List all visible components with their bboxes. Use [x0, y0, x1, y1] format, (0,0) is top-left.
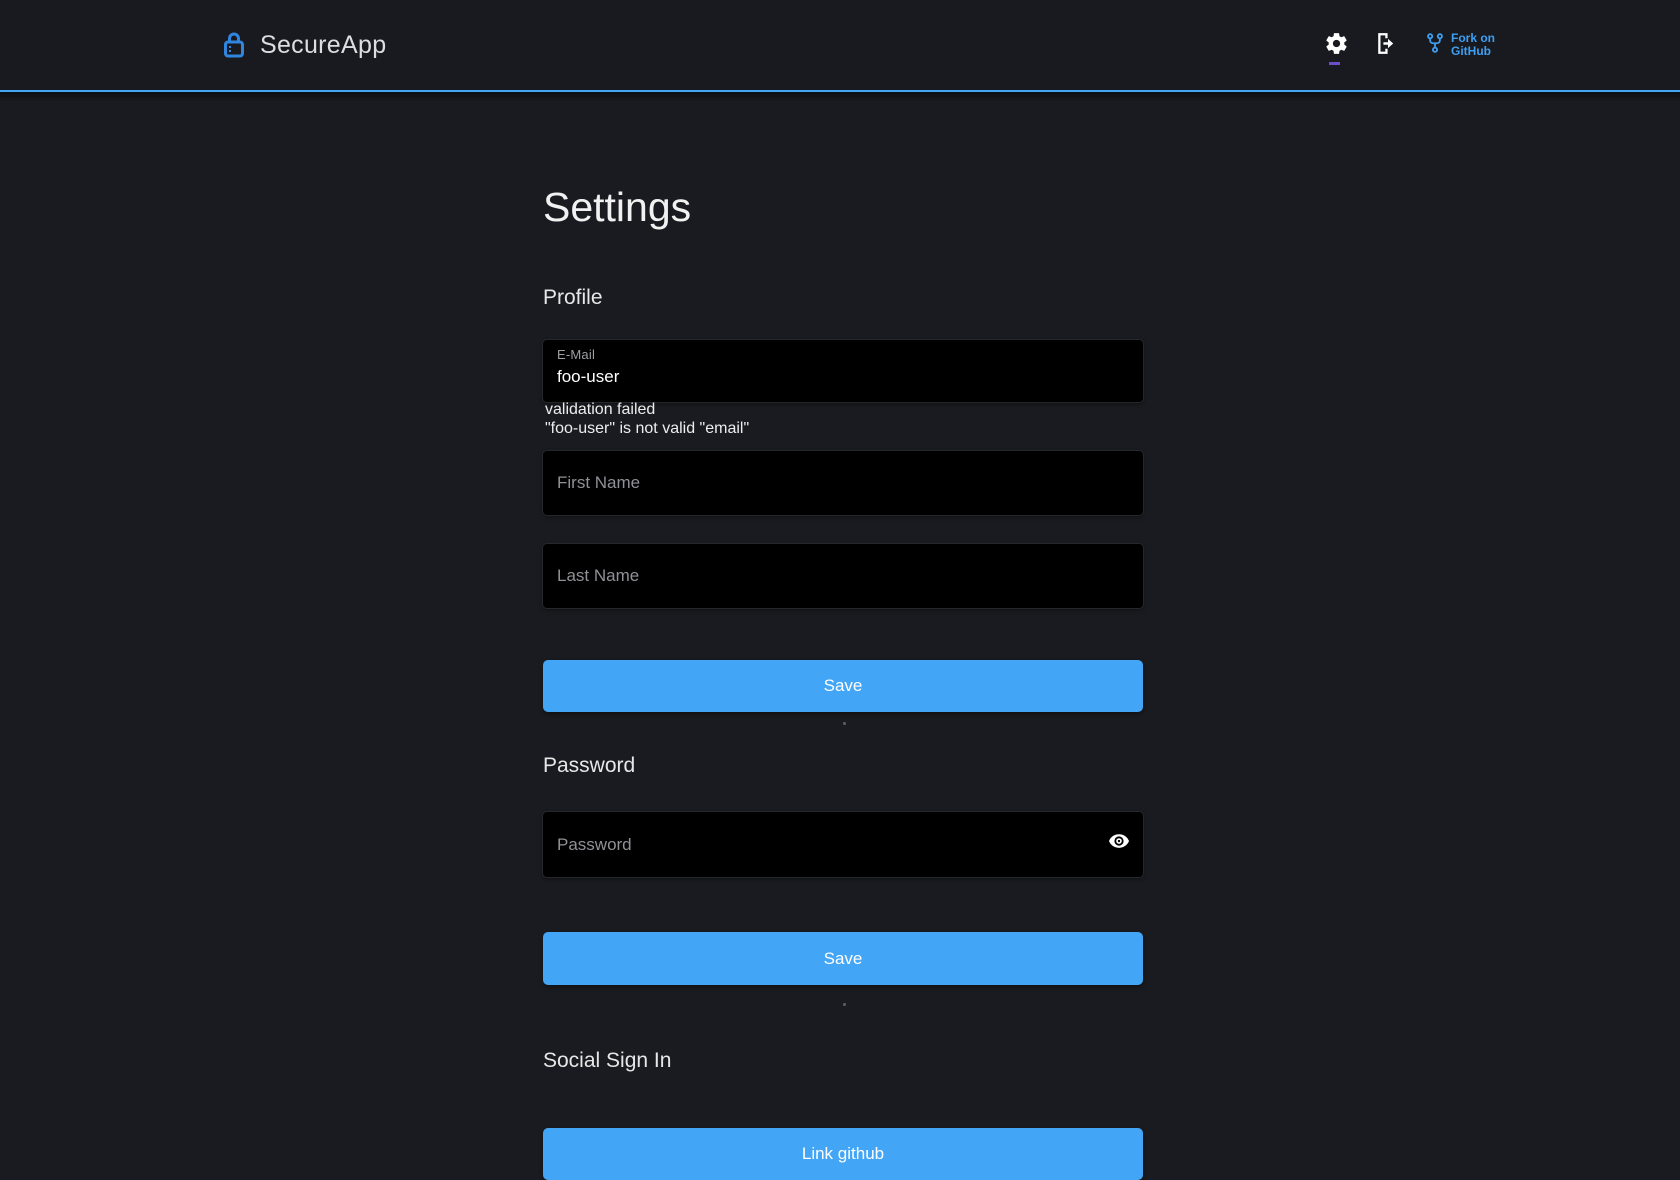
- email-validation-error: validation failed "foo-user" is not vali…: [545, 400, 749, 438]
- profile-section-heading: Profile: [543, 286, 603, 310]
- settings-page: Settings Profile E-Mail validation faile…: [543, 94, 1143, 1179]
- first-name-field[interactable]: [543, 451, 1143, 515]
- social-section-heading: Social Sign In: [543, 1049, 671, 1073]
- validation-error-line1: validation failed: [545, 400, 749, 419]
- fork-link-text: Fork on GitHub: [1451, 32, 1495, 58]
- page-title: Settings: [543, 184, 691, 231]
- panel-indicator-dot: [843, 1003, 846, 1006]
- app-header: SecureApp: [0, 0, 1680, 92]
- password-save-button[interactable]: Save: [543, 932, 1143, 985]
- first-name-input[interactable]: [543, 451, 1143, 515]
- email-field-label: E-Mail: [557, 347, 595, 362]
- fork-link-line2: GitHub: [1451, 45, 1495, 58]
- header-actions: Fork on GitHub: [1322, 29, 1495, 61]
- password-section-heading: Password: [543, 754, 635, 778]
- profile-save-button[interactable]: Save: [543, 660, 1143, 712]
- logout-door-icon: [1373, 31, 1398, 59]
- password-input[interactable]: [543, 812, 1143, 877]
- gear-focus-underline: [1329, 62, 1340, 65]
- password-visibility-toggle[interactable]: [1105, 827, 1133, 858]
- gear-icon: [1324, 31, 1349, 59]
- panel-indicator-dot: [843, 722, 846, 725]
- email-input[interactable]: [543, 362, 1143, 392]
- validation-error-line2: "foo-user" is not valid "email": [545, 419, 749, 438]
- app-title: SecureApp: [260, 31, 386, 60]
- link-github-button[interactable]: Link github: [543, 1128, 1143, 1180]
- email-field[interactable]: E-Mail: [543, 340, 1143, 402]
- password-field[interactable]: [543, 812, 1143, 877]
- lock-icon: [222, 31, 246, 59]
- eye-icon: [1107, 829, 1131, 856]
- git-fork-icon: [1426, 32, 1444, 59]
- fork-on-github-link[interactable]: Fork on GitHub: [1426, 32, 1495, 59]
- last-name-input[interactable]: [543, 544, 1143, 608]
- logout-button[interactable]: [1371, 29, 1400, 61]
- last-name-field[interactable]: [543, 544, 1143, 608]
- settings-gear-button[interactable]: [1322, 29, 1351, 61]
- brand: SecureApp: [222, 31, 386, 60]
